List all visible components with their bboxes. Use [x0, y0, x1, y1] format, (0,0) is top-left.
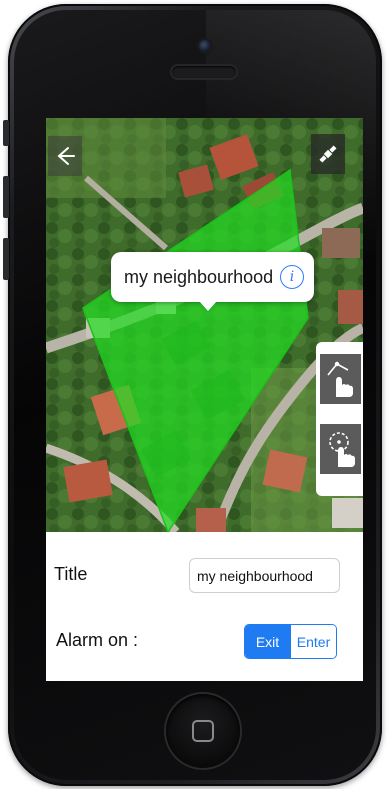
callout-pointer: [199, 301, 217, 311]
info-icon[interactable]: i: [280, 265, 304, 289]
satellite-icon: [319, 145, 337, 163]
back-button[interactable]: [48, 136, 82, 176]
region-callout[interactable]: my neighbourhood i: [111, 252, 314, 311]
app-screen: my neighbourhood i Title my neighbourhoo…: [46, 118, 363, 681]
home-button[interactable]: [166, 694, 240, 768]
region-form: Title Alarm on : Exit Enter: [46, 532, 363, 681]
back-arrow-icon: [57, 147, 75, 165]
alarm-exit-option[interactable]: Exit: [245, 625, 290, 658]
draw-polygon-tool[interactable]: [320, 354, 361, 404]
draw-circle-tool[interactable]: [320, 424, 361, 474]
title-field[interactable]: [189, 558, 340, 593]
alarm-enter-option[interactable]: Enter: [290, 625, 336, 658]
info-glyph: i: [289, 269, 295, 285]
home-square-icon: [192, 720, 214, 742]
map-type-button[interactable]: [311, 134, 345, 174]
alarm-segmented-control: Exit Enter: [244, 624, 337, 659]
hand-circle-icon: [328, 432, 355, 467]
callout-title: my neighbourhood: [124, 266, 274, 287]
satellite-map[interactable]: my neighbourhood i: [46, 118, 363, 532]
volume-down-button: [3, 238, 9, 280]
earpiece-speaker: [172, 66, 236, 78]
volume-up-button: [3, 176, 9, 218]
mute-switch: [3, 120, 9, 146]
title-label: Title: [54, 564, 88, 584]
drawing-tools-panel: [316, 342, 363, 496]
alarm-label: Alarm on :: [56, 630, 139, 650]
hand-polygon-icon: [326, 361, 353, 397]
front-camera: [199, 40, 211, 52]
